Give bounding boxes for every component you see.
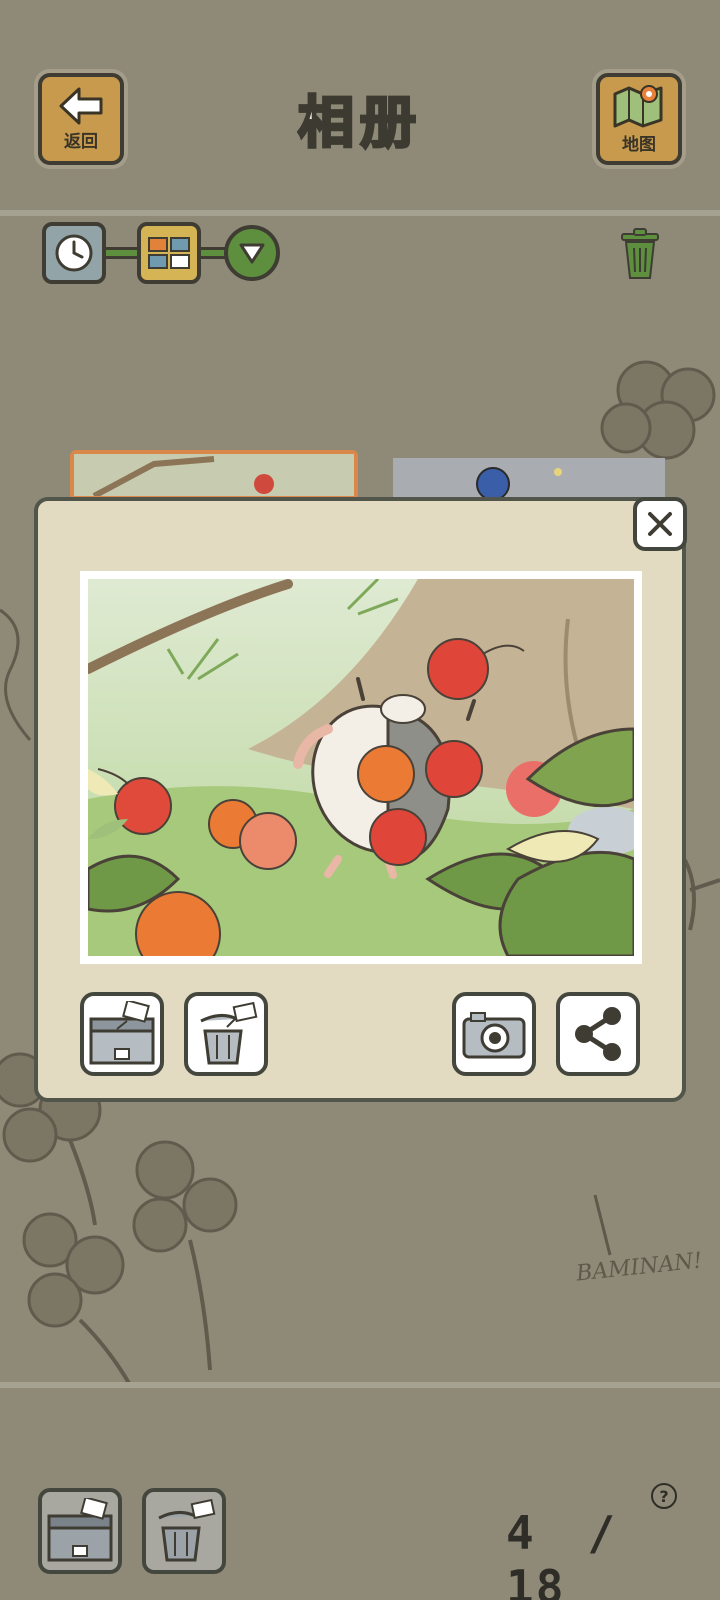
save-photo-button[interactable] [80, 992, 164, 1076]
counter-separator: / [587, 1506, 618, 1560]
discard-photo-button[interactable] [184, 992, 268, 1076]
back-label: 返回 [64, 131, 98, 152]
discard-to-trash-icon [158, 1498, 216, 1562]
share-button[interactable] [556, 992, 640, 1076]
clock-icon [55, 234, 93, 272]
thumbnail-art [74, 454, 354, 499]
photo-thumbnail-1[interactable] [70, 450, 358, 500]
map-icon [613, 84, 663, 127]
map-button[interactable]: 地图 [596, 73, 682, 165]
grid-icon [148, 237, 190, 269]
thumbnail-art [393, 458, 665, 501]
page-title: 相册 [297, 90, 422, 158]
camera-icon [462, 1012, 526, 1059]
counter-current: 4 [506, 1506, 536, 1560]
discard-to-trash-icon [200, 1001, 258, 1065]
delete-album-button[interactable] [616, 224, 664, 284]
signature-stroke-decoration [593, 1194, 612, 1256]
photo-counter: 4 / 18 [506, 1506, 720, 1600]
counter-total: 18 [506, 1560, 566, 1600]
back-button[interactable]: 返回 [38, 73, 124, 165]
save-to-box-icon [89, 1001, 155, 1065]
close-modal-button[interactable] [633, 497, 687, 551]
bottom-save-button[interactable] [38, 1488, 122, 1574]
save-to-box-icon [47, 1498, 113, 1562]
view-dropdown-button[interactable] [224, 225, 280, 281]
view-grid-button[interactable] [137, 222, 201, 284]
share-icon [575, 1007, 621, 1061]
view-timeline-button[interactable] [42, 222, 106, 284]
trash-icon [621, 228, 659, 279]
chevron-down-icon [239, 243, 265, 264]
photo-thumbnail-2[interactable] [393, 458, 665, 501]
back-arrow-icon [59, 87, 103, 124]
bottom-discard-button[interactable] [142, 1488, 226, 1574]
photo-viewer [80, 571, 648, 977]
help-icon[interactable]: ? [651, 1483, 677, 1509]
screenshot-button[interactable] [452, 992, 536, 1076]
photo-hedgehog-cherries [83, 577, 648, 977]
footer-divider [0, 1382, 720, 1388]
clover-decoration-right-stem [683, 859, 720, 931]
map-label: 地图 [622, 134, 656, 155]
close-icon [648, 512, 672, 536]
header-divider [0, 210, 720, 216]
